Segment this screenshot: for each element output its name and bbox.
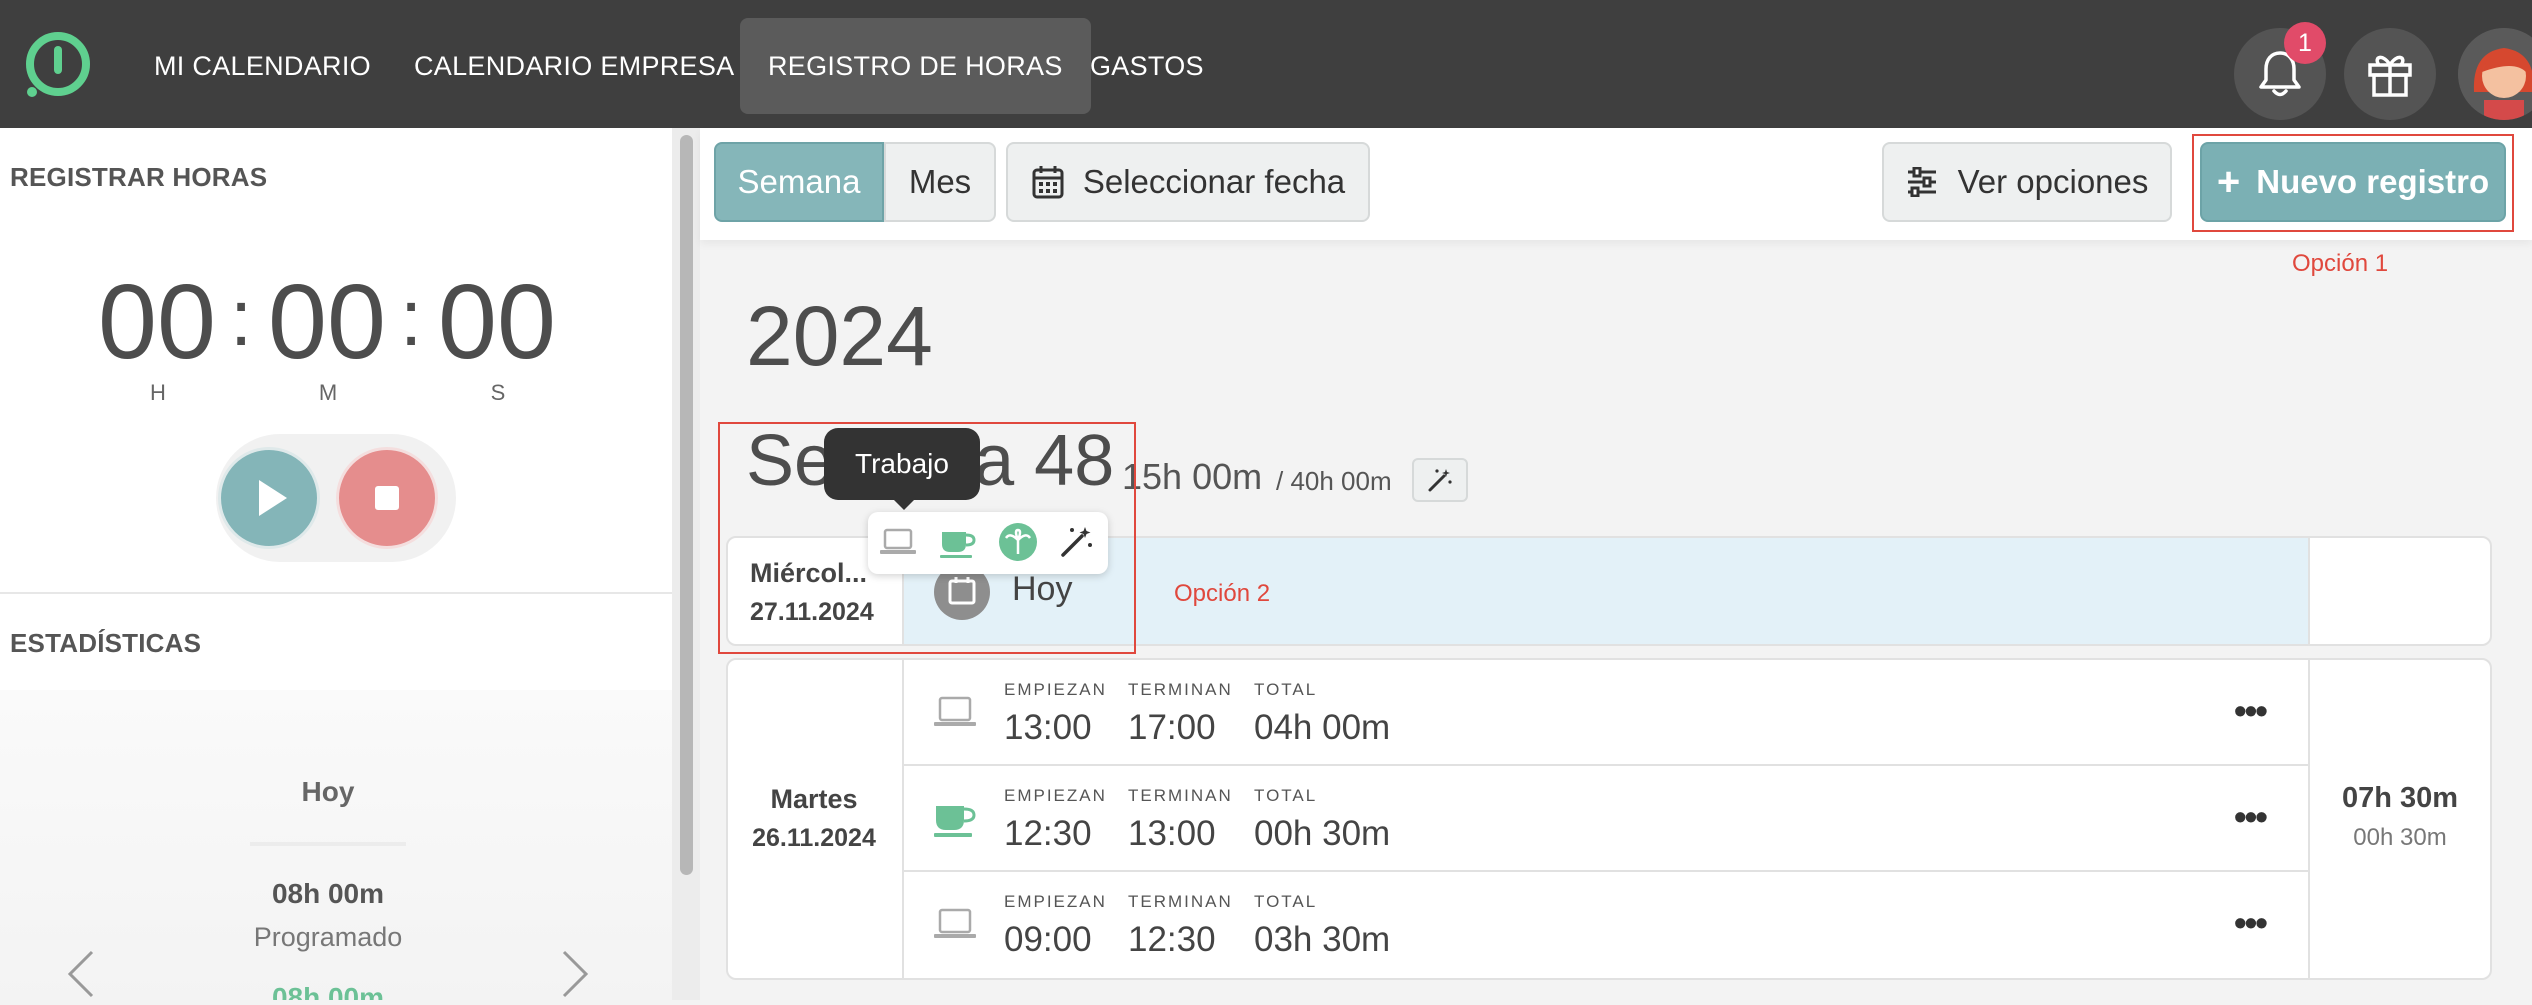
stats-scheduled-value: 08h 00m [271, 878, 385, 909]
laptop-icon [934, 696, 976, 726]
start-label: EMPIEZAN [1004, 892, 1107, 911]
entry-more-button[interactable]: ••• [2234, 690, 2268, 732]
year-heading: 2024 [746, 289, 933, 383]
total-label: TOTAL [1254, 680, 1318, 699]
chevron-left-icon [67, 950, 94, 998]
entry-more-button[interactable]: ••• [2234, 902, 2268, 944]
magic-wand-icon [1061, 527, 1092, 557]
user-avatar[interactable] [2458, 28, 2532, 120]
nav-calendario-empresa[interactable]: CALENDARIO EMPRESA [414, 0, 734, 128]
palm-tree-icon [999, 523, 1037, 561]
timer-unit-h: H [150, 380, 166, 405]
auto-fill-button[interactable] [1412, 458, 1468, 502]
stats-scheduled-label: Programado [253, 922, 403, 952]
app-logo[interactable] [20, 30, 92, 102]
chevron-right-icon [562, 950, 589, 998]
tuesday-total: 07h 30m [2341, 782, 2459, 814]
total-label: TOTAL [1254, 892, 1318, 911]
plus-icon: + [2216, 159, 2241, 204]
timer-seconds: 00 [438, 263, 556, 381]
week-hours-goal: / 40h 00m [1276, 466, 1392, 496]
entry-total: 03h 30m [1254, 920, 1391, 959]
week-view-button[interactable]: Semana [714, 142, 884, 222]
calendar-icon [1032, 166, 1064, 199]
magic-wand-icon [1428, 469, 1452, 492]
gift-icon [2368, 55, 2412, 97]
type-auto-button[interactable] [1058, 524, 1094, 565]
sliders-icon [1907, 167, 1936, 197]
stats-prev-button[interactable] [66, 948, 96, 1005]
coffee-cup-icon [934, 806, 976, 837]
stats-partial-value: 08h 00m [271, 984, 385, 1000]
entry-total: 04h 00m [1254, 708, 1391, 747]
divider [0, 592, 672, 594]
entry-type-picker [868, 512, 1108, 574]
play-icon [259, 480, 287, 516]
stats-next-button[interactable] [560, 948, 590, 1005]
timer-hours: 00 [98, 263, 216, 381]
entry-end: 17:00 [1128, 708, 1216, 747]
coffee-cup-icon [940, 532, 976, 558]
nav-gastos[interactable]: GASTOS [1090, 0, 1204, 128]
nav-mi-calendario[interactable]: MI CALENDARIO [154, 0, 371, 128]
type-break-button[interactable] [938, 524, 978, 565]
gift-button[interactable] [2344, 28, 2436, 120]
tuesday-day-name: Martes [770, 784, 858, 814]
entry-total: 00h 30m [1254, 814, 1391, 853]
end-label: TERMINAN [1128, 786, 1233, 805]
stop-icon [375, 486, 399, 510]
laptop-icon [934, 908, 976, 938]
tuesday-date: 26.11.2024 [752, 824, 876, 852]
entry-more-button[interactable]: ••• [2234, 796, 2268, 838]
tuesday-break-total: 00h 30m [2353, 824, 2447, 851]
laptop-icon [880, 528, 916, 554]
type-vacation-button[interactable] [998, 522, 1038, 567]
start-timer-button[interactable] [218, 447, 320, 549]
stop-timer-button[interactable] [336, 447, 438, 549]
entry-start: 12:30 [1004, 814, 1092, 853]
timer-separator: : [230, 273, 253, 362]
new-record-button[interactable]: + Nuevo registro [2200, 142, 2506, 222]
timer-unit-s: S [490, 380, 506, 405]
month-view-button[interactable]: Mes [884, 142, 996, 222]
total-label: TOTAL [1254, 786, 1318, 805]
timer-separator: : [400, 273, 423, 362]
timer-minutes: 00 [268, 263, 386, 381]
select-date-label: Seleccionar fecha [1082, 163, 1346, 200]
entry-end: 12:30 [1128, 920, 1216, 959]
notification-badge: 1 [2284, 22, 2326, 64]
stats-progress-track [250, 842, 406, 846]
nav-registro-de-horas[interactable]: REGISTRO DE HORAS [740, 18, 1091, 114]
type-work-button[interactable] [878, 524, 918, 565]
scrollbar-thumb[interactable] [680, 135, 693, 875]
entry-start: 13:00 [1004, 708, 1092, 747]
top-navigation-bar: MI CALENDARIO CALENDARIO EMPRESA REGISTR… [0, 0, 2532, 128]
time-entry-row[interactable]: EMPIEZAN TERMINAN TOTAL 13:00 17:00 04h … [904, 660, 2308, 764]
new-record-label: Nuevo registro [2256, 163, 2490, 200]
start-label: EMPIEZAN [1004, 680, 1107, 699]
tooltip-arrow [892, 498, 916, 510]
annotation-option-1: Opción 1 [2292, 250, 2389, 277]
end-label: TERMINAN [1128, 892, 1233, 911]
start-label: EMPIEZAN [1004, 786, 1107, 805]
annotation-option-2: Opción 2 [1174, 580, 1271, 607]
time-entry-row[interactable]: EMPIEZAN TERMINAN TOTAL 09:00 12:30 03h … [904, 872, 2308, 978]
view-options-label: Ver opciones [1957, 163, 2149, 200]
register-hours-title: REGISTRAR HORAS [10, 162, 268, 192]
week-hours-logged: 15h 00m [1122, 456, 1263, 497]
stats-period: Hoy [301, 776, 355, 807]
timer-unit-m: M [318, 380, 338, 405]
entry-end: 13:00 [1128, 814, 1216, 853]
statistics-title: ESTADÍSTICAS [10, 628, 202, 658]
view-options-button[interactable]: Ver opciones [1882, 142, 2172, 222]
end-label: TERMINAN [1128, 680, 1233, 699]
tooltip-trabajo: Trabajo [824, 428, 980, 500]
entry-start: 09:00 [1004, 920, 1092, 959]
time-entry-row[interactable]: EMPIEZAN TERMINAN TOTAL 12:30 13:00 00h … [904, 766, 2308, 870]
select-date-button[interactable]: Seleccionar fecha [1006, 142, 1370, 222]
